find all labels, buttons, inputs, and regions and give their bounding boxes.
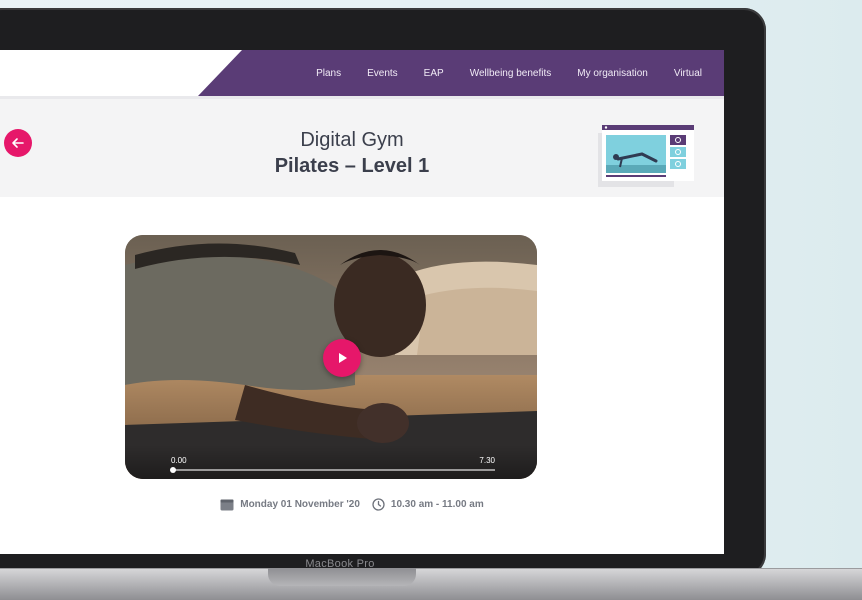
device-label: MacBook Pro bbox=[305, 558, 375, 570]
play-icon bbox=[339, 353, 347, 363]
calendar-icon bbox=[220, 499, 234, 511]
nav-item-my-organisation[interactable]: My organisation bbox=[577, 68, 648, 79]
play-button[interactable] bbox=[323, 339, 361, 377]
time-total: 7.30 bbox=[479, 456, 495, 465]
laptop-base bbox=[0, 568, 862, 600]
video-player[interactable]: 0.00 7.30 bbox=[125, 235, 537, 479]
video-controls: 0.00 7.30 bbox=[125, 445, 537, 479]
laptop-bezel: Plans Events EAP Wellbeing benefits My o… bbox=[0, 8, 766, 576]
session-time-text: 10.30 am - 11.00 am bbox=[390, 499, 484, 510]
nav-item-virtual[interactable]: Virtual bbox=[674, 68, 702, 79]
digital-gym-illustration bbox=[598, 125, 694, 187]
session-date-text: Monday 01 November '20 bbox=[240, 499, 360, 510]
title-band: Digital Gym Pilates – Level 1 bbox=[0, 99, 724, 197]
progress-handle[interactable] bbox=[170, 467, 176, 473]
session-meta: Monday 01 November '20 10.30 am - 11.00 … bbox=[0, 498, 724, 511]
top-nav: Plans Events EAP Wellbeing benefits My o… bbox=[198, 50, 724, 96]
clock-icon bbox=[372, 498, 385, 511]
nav-items: Plans Events EAP Wellbeing benefits My o… bbox=[290, 50, 702, 96]
time-current: 0.00 bbox=[171, 456, 187, 465]
progress-track[interactable] bbox=[170, 467, 495, 473]
session-time: 10.30 am - 11.00 am bbox=[372, 498, 484, 511]
laptop-hinge-notch bbox=[268, 568, 416, 586]
nav-item-eap[interactable]: EAP bbox=[424, 68, 444, 79]
nav-item-events[interactable]: Events bbox=[367, 68, 398, 79]
nav-item-plans[interactable]: Plans bbox=[316, 68, 341, 79]
nav-item-wellbeing-benefits[interactable]: Wellbeing benefits bbox=[470, 68, 552, 79]
browser-screen: Plans Events EAP Wellbeing benefits My o… bbox=[0, 50, 724, 554]
session-date: Monday 01 November '20 bbox=[220, 498, 360, 511]
